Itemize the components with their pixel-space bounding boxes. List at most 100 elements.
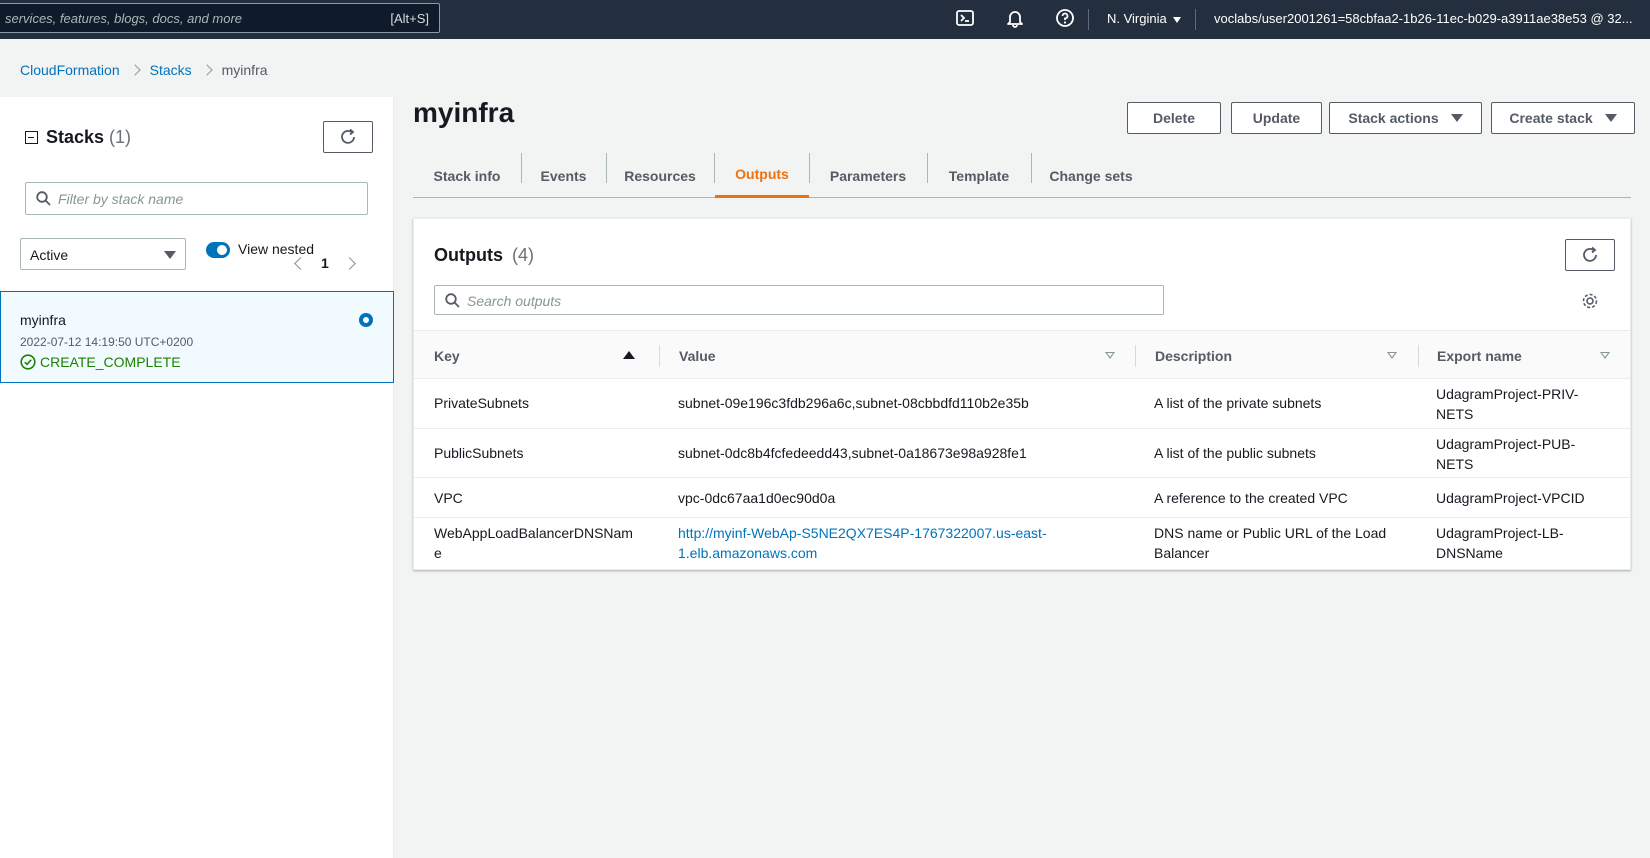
- output-export-name-line1: UdagramProject-PUB-: [1436, 436, 1576, 452]
- stack-status: CREATE_COMPLETE: [20, 354, 181, 370]
- caret-down-icon: [164, 251, 176, 259]
- update-button-label: Update: [1252, 110, 1301, 126]
- caret-down-icon: [1604, 114, 1617, 122]
- output-export-name-line1: UdagramProject-PRIV-: [1436, 386, 1579, 402]
- cloudshell-icon[interactable]: [955, 8, 977, 30]
- next-page-icon[interactable]: [342, 256, 356, 270]
- column-header-value[interactable]: Value: [679, 348, 716, 364]
- help-icon[interactable]: [1055, 8, 1077, 30]
- sort-ascending-icon[interactable]: [623, 351, 635, 359]
- output-export-name-line2: NETS: [1436, 406, 1474, 422]
- view-nested-toggle[interactable]: [206, 242, 230, 258]
- output-export-name: UdagramProject-VPCID: [1436, 490, 1585, 506]
- outputs-panel: Outputs (4) Search outputs Key Value Des…: [413, 218, 1631, 570]
- tab-stack-info[interactable]: Stack info: [413, 153, 521, 198]
- column-divider: [1418, 345, 1419, 367]
- breadcrumb-cloudformation[interactable]: CloudFormation: [20, 62, 120, 78]
- stack-name: myinfra: [20, 312, 66, 328]
- output-export-name-line1: UdagramProject-LB-: [1436, 525, 1564, 541]
- search-shortcut-hint: [Alt+S]: [390, 11, 429, 26]
- create-stack-label: Create stack: [1509, 110, 1593, 126]
- refresh-outputs-button[interactable]: [1565, 239, 1615, 271]
- global-search-placeholder: services, features, blogs, docs, and mor…: [5, 11, 243, 26]
- status-filter-select[interactable]: Active: [20, 238, 186, 270]
- output-key: VPC: [434, 490, 463, 506]
- tab-resources[interactable]: Resources: [606, 153, 714, 198]
- chevron-right-icon: [128, 64, 141, 76]
- column-header-export-name[interactable]: Export name: [1437, 348, 1522, 364]
- outputs-count: (4): [512, 245, 535, 265]
- notifications-bell-icon[interactable]: [1005, 8, 1027, 30]
- create-stack-button[interactable]: Create stack: [1491, 102, 1635, 134]
- region-selector[interactable]: N. Virginia: [1107, 11, 1181, 26]
- sort-icon[interactable]: [1387, 352, 1397, 359]
- caret-down-icon: [1450, 114, 1463, 122]
- output-export-name-line2: DNSName: [1436, 545, 1503, 561]
- search-icon: [445, 293, 460, 308]
- topbar-divider: [1088, 9, 1089, 30]
- filter-stacks-input[interactable]: Filter by stack name: [25, 182, 368, 215]
- table-row: PublicSubnets subnet-0dc8b4fcfedeedd43,s…: [414, 429, 1630, 478]
- breadcrumb: CloudFormation Stacks myinfra: [20, 62, 268, 78]
- outputs-table-header: Key Value Description Export name: [414, 330, 1630, 379]
- stacks-panel: Stacks (1) Filter by stack name Active V…: [0, 97, 394, 858]
- output-value: subnet-09e196c3fdb296a6c,subnet-08cbbdfd…: [678, 395, 1029, 411]
- global-search-input[interactable]: services, features, blogs, docs, and mor…: [0, 3, 440, 33]
- current-page[interactable]: 1: [321, 255, 329, 271]
- stacks-count: (1): [109, 127, 132, 147]
- delete-button[interactable]: Delete: [1127, 102, 1221, 134]
- page-title: myinfra: [413, 97, 515, 128]
- update-button[interactable]: Update: [1231, 102, 1322, 134]
- stack-selected-radio[interactable]: [359, 313, 373, 327]
- account-menu[interactable]: voclabs/user2001261=58cbfaa2-1b26-11ec-b…: [1214, 11, 1633, 26]
- table-row: PrivateSubnets subnet-09e196c3fdb296a6c,…: [414, 379, 1630, 429]
- status-filter-value: Active: [30, 247, 69, 263]
- output-description-line2: Balancer: [1154, 545, 1210, 561]
- tab-change-sets[interactable]: Change sets: [1031, 153, 1151, 198]
- top-navigation-bar: services, features, blogs, docs, and mor…: [0, 0, 1650, 39]
- stack-list-item[interactable]: myinfra 2022-07-12 14:19:50 UTC+0200 CRE…: [0, 291, 394, 383]
- stacks-title: Stacks: [46, 127, 105, 147]
- output-key: PublicSubnets: [434, 445, 524, 461]
- outputs-title: Outputs: [434, 245, 503, 265]
- breadcrumb-stacks[interactable]: Stacks: [150, 62, 192, 78]
- sort-icon[interactable]: [1600, 352, 1610, 359]
- stack-status-text: CREATE_COMPLETE: [40, 354, 181, 370]
- gear-icon[interactable]: [1581, 292, 1599, 310]
- output-description-line1: DNS name or Public URL of the Load: [1154, 525, 1387, 541]
- output-value-link-line2[interactable]: 1.elb.amazonaws.com: [678, 543, 817, 563]
- pagination: 1: [294, 255, 356, 271]
- table-row: WebAppLoadBalancerDNSNam e http://myinf-…: [414, 518, 1630, 569]
- topbar-divider: [1195, 9, 1196, 30]
- column-header-description[interactable]: Description: [1155, 348, 1232, 364]
- tab-template[interactable]: Template: [927, 153, 1031, 198]
- sort-icon[interactable]: [1105, 352, 1115, 359]
- refresh-icon: [1583, 246, 1597, 262]
- table-row: VPC vpc-0dc67aa1d0ec90d0a A reference to…: [414, 478, 1630, 518]
- breadcrumb-current: myinfra: [221, 62, 268, 78]
- tab-outputs[interactable]: Outputs: [715, 153, 809, 198]
- stack-actions-button[interactable]: Stack actions: [1329, 102, 1482, 134]
- previous-page-icon[interactable]: [294, 256, 307, 270]
- success-check-icon: [20, 354, 36, 370]
- column-divider: [659, 345, 660, 367]
- collapse-panel-icon[interactable]: [25, 131, 38, 144]
- stack-detail-tabs: Stack info Events Resources Outputs Para…: [413, 153, 1631, 198]
- output-description: A list of the private subnets: [1154, 395, 1322, 411]
- search-outputs-input[interactable]: Search outputs: [434, 285, 1164, 315]
- stacks-panel-header: Stacks (1): [25, 127, 131, 148]
- output-value-link-line1[interactable]: http://myinf-WebAp-S5NE2QX7ES4P-17673220…: [678, 523, 1047, 543]
- output-value: vpc-0dc67aa1d0ec90d0a: [678, 490, 836, 506]
- column-header-key[interactable]: Key: [434, 348, 460, 364]
- output-key-line2: e: [434, 545, 442, 561]
- tab-events[interactable]: Events: [521, 153, 606, 198]
- region-label: N. Virginia: [1107, 11, 1167, 26]
- delete-button-label: Delete: [1152, 110, 1196, 126]
- output-description: A reference to the created VPC: [1154, 490, 1348, 506]
- refresh-stacks-button[interactable]: [323, 121, 373, 153]
- caret-down-icon: [1172, 16, 1181, 23]
- refresh-icon: [341, 128, 355, 144]
- tab-parameters[interactable]: Parameters: [809, 153, 927, 198]
- filter-placeholder: Filter by stack name: [58, 191, 184, 207]
- stack-created-date: 2022-07-12 14:19:50 UTC+0200: [20, 335, 194, 349]
